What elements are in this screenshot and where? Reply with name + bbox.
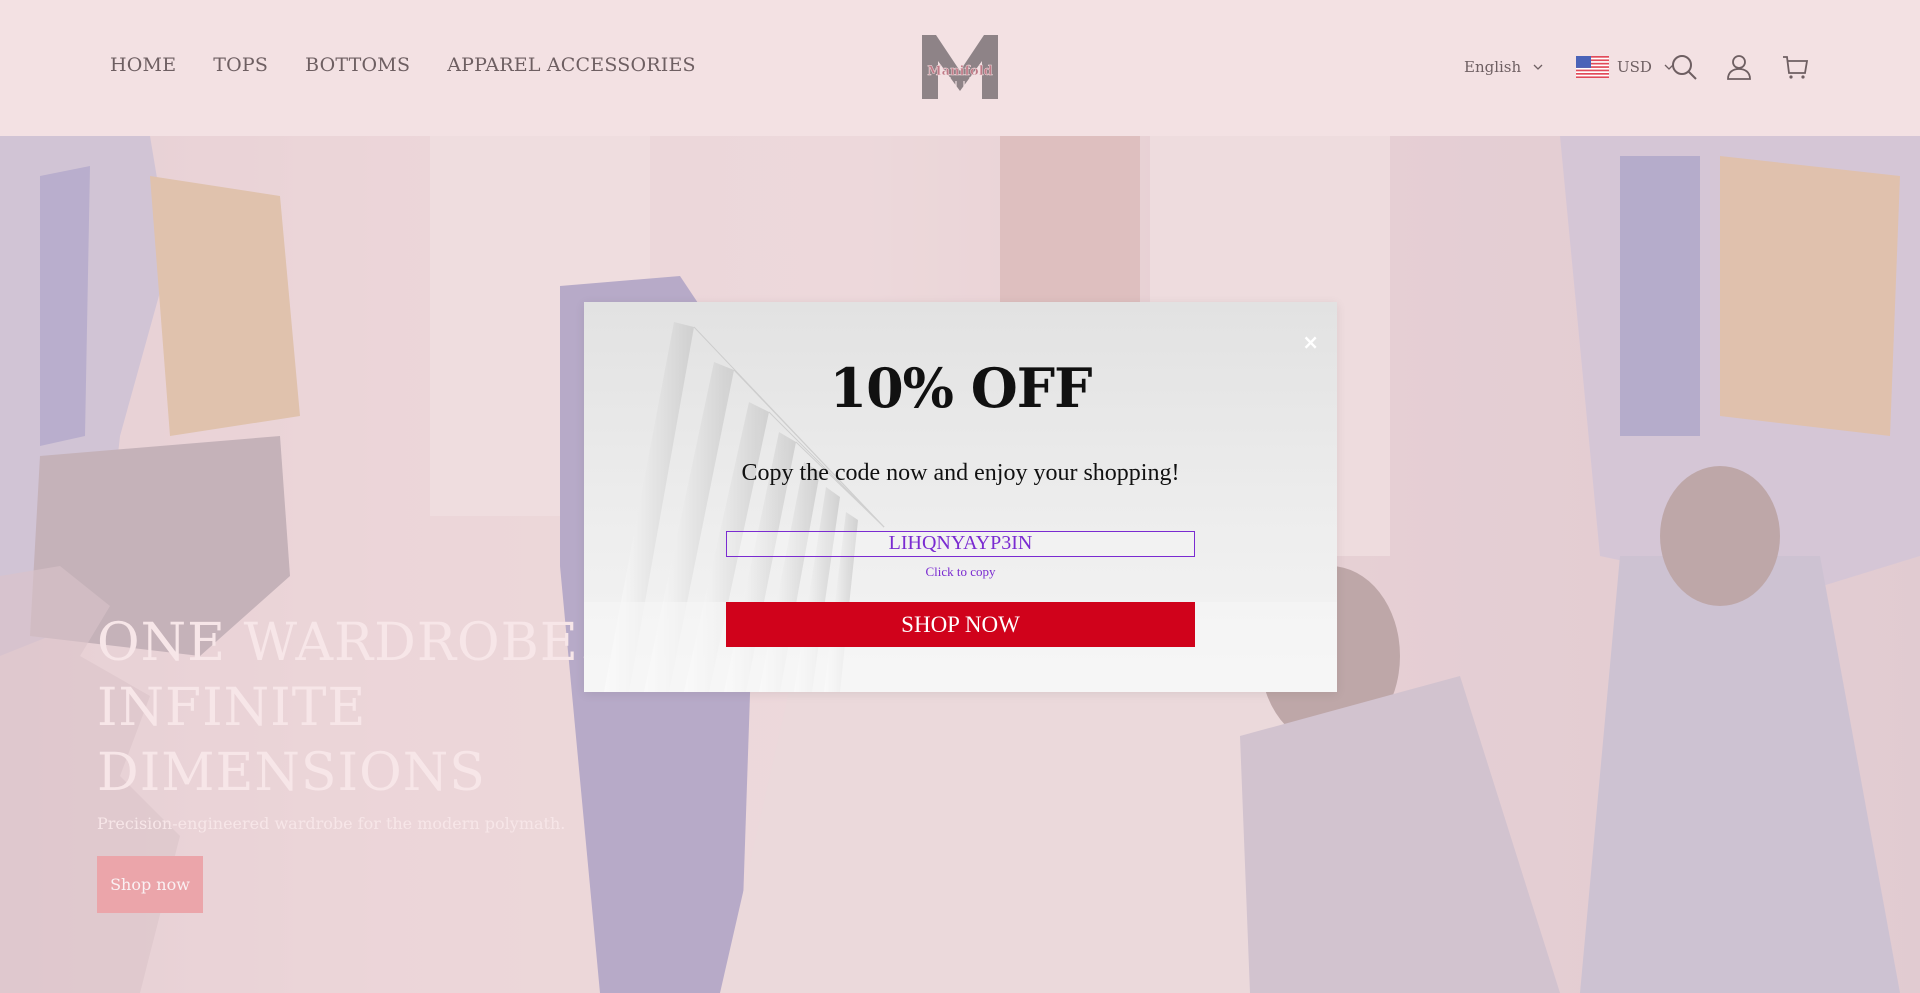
site-header: HOME TOPS BOTTOMS APPAREL ACCESSORIES Ma… <box>0 0 1920 136</box>
currency-label: USD <box>1617 58 1652 76</box>
chevron-down-icon <box>1533 64 1543 70</box>
nav-home[interactable]: HOME <box>110 54 176 76</box>
language-selector[interactable]: English <box>1464 58 1543 76</box>
popup-shop-now-button[interactable]: SHOP NOW <box>726 602 1195 647</box>
svg-text:Manifold: Manifold <box>927 64 993 79</box>
discount-code[interactable]: LIHQNYAYP3IN <box>726 531 1195 557</box>
brand-logo[interactable]: Manifold <box>920 33 1000 101</box>
us-flag-icon <box>1576 56 1609 78</box>
popup-title: 10% OFF <box>829 356 1093 420</box>
popup-message: Copy the code now and enjoy your shoppin… <box>741 460 1180 486</box>
currency-selector[interactable]: USD <box>1576 56 1674 78</box>
nav-apparel-accessories[interactable]: APPAREL ACCESSORIES <box>447 54 696 76</box>
language-label: English <box>1464 58 1522 76</box>
close-icon[interactable]: × <box>1302 330 1319 354</box>
cart-icon[interactable] <box>1780 52 1810 82</box>
nav-tops[interactable]: TOPS <box>213 54 268 76</box>
copy-hint[interactable]: Click to copy <box>726 564 1195 580</box>
account-icon[interactable] <box>1724 52 1754 82</box>
main-nav: HOME TOPS BOTTOMS APPAREL ACCESSORIES <box>110 54 733 76</box>
search-icon[interactable] <box>1669 52 1699 82</box>
discount-popup: × 10% OFF Copy the code now and enjoy yo… <box>584 302 1337 692</box>
nav-bottoms[interactable]: BOTTOMS <box>305 54 410 76</box>
